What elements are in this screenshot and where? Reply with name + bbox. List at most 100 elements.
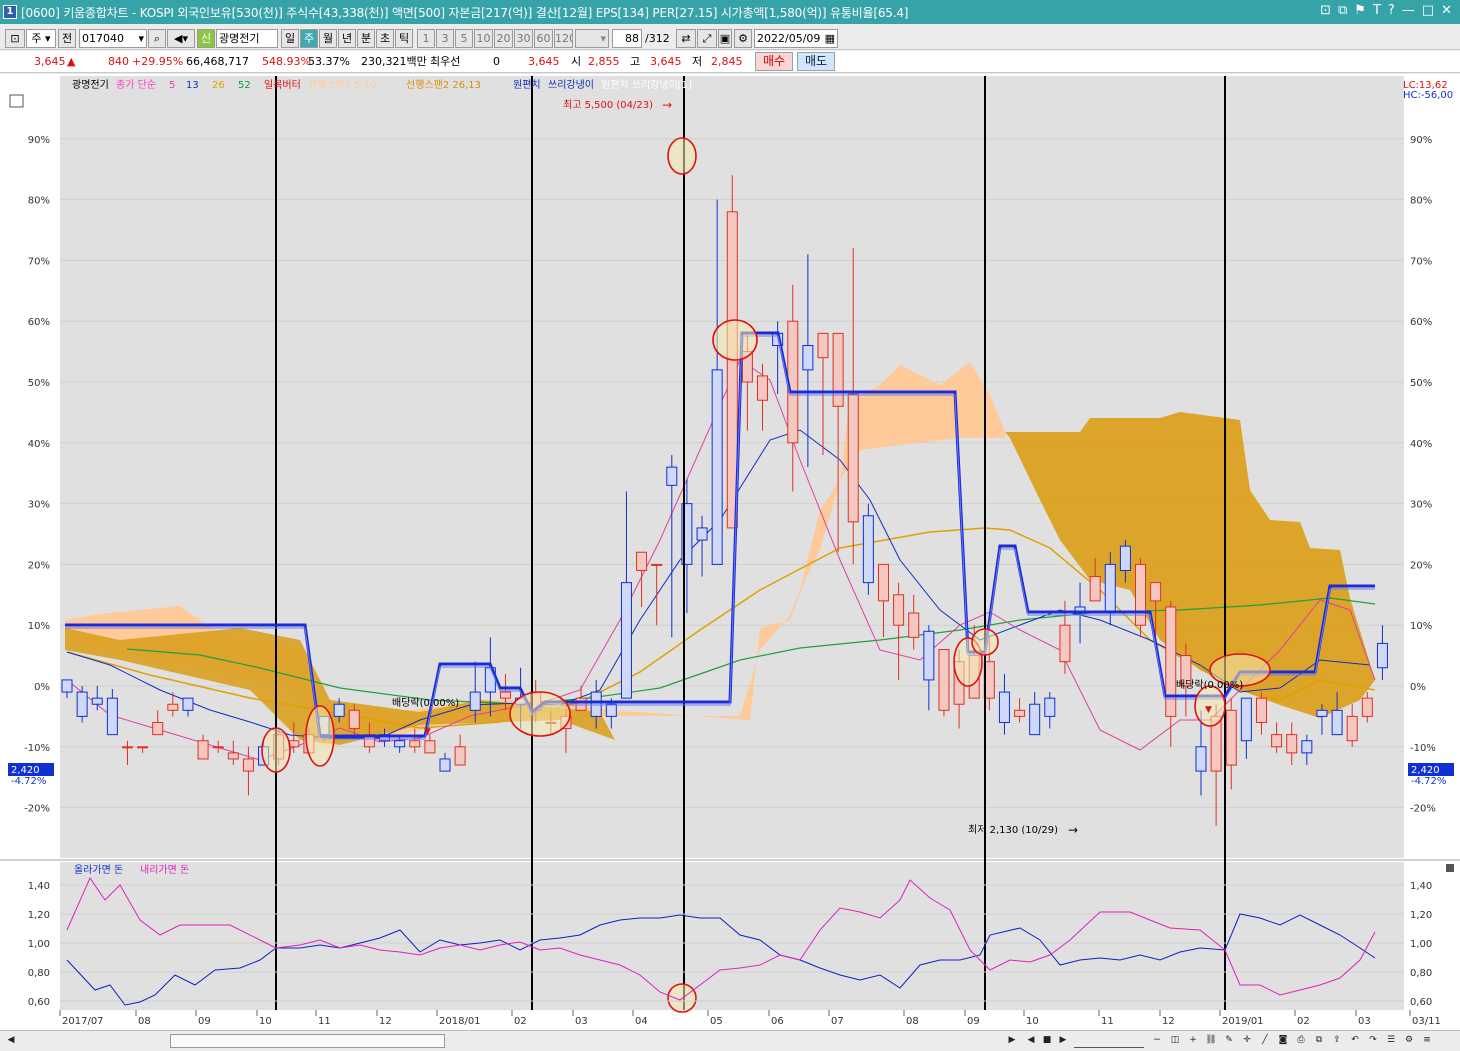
interval-20[interactable]: 20 [494,29,513,48]
interval-3[interactable]: 3 [436,29,454,48]
candle-body [802,345,814,371]
gear-icon[interactable]: ⚙ [734,29,752,48]
code-value: 017040 [82,32,124,45]
fit-icon[interactable]: ◫ [1168,1034,1182,1048]
print-icon[interactable]: ⎙ [1294,1034,1308,1048]
interval-30[interactable]: 30 [514,29,533,48]
sell-button[interactable]: 매도 [797,52,835,71]
expand-icon[interactable]: ⤢ [697,29,717,48]
scroll-thumb[interactable] [170,1034,445,1048]
buy-button[interactable]: 매수 [755,52,793,71]
legend-item: 26 [212,80,225,91]
legend-item: 52 [238,80,251,91]
stop-icon[interactable]: ■ [1040,1034,1054,1048]
crosshair-icon[interactable]: ✛ [1240,1034,1254,1048]
move-icon[interactable]: ⇄ [676,29,696,48]
highlight-circle [667,137,697,175]
line-icon[interactable]: ╱ [1258,1034,1272,1048]
pref-value: 0 [493,55,500,68]
interval-5[interactable]: 5 [455,29,473,48]
price-tag-value: 2,420 [11,765,40,776]
tab-day[interactable]: 일 [281,29,299,48]
candle-body [636,551,648,571]
save-icon[interactable]: ▣ [718,29,732,48]
interval-select[interactable]: ▾ [575,29,609,48]
code-input[interactable]: 017040 ▾ [79,29,147,48]
scroll-left-icon[interactable]: ◀ [4,1034,18,1048]
window-title: [0600] 키움종합차트 - KOSPI 외국인보유[530(천)] 주식수[… [21,5,909,20]
legend-item: 13 [186,80,199,91]
camera-icon[interactable]: ◙ [1276,1034,1290,1048]
interval-60[interactable]: 60 [534,29,553,48]
legend-item: 선행스팬1 5.10 [308,79,377,91]
scroll-right-icon[interactable]: ▶ [1005,1034,1019,1048]
dock-icon[interactable]: ⊡ [1320,3,1331,18]
tab-year[interactable]: 년 [338,29,356,48]
zoom-slider[interactable] [1074,1034,1144,1048]
period-all-button[interactable]: 전 [58,29,76,48]
horizontal-scrollbar[interactable]: ◀ ▶ ◀ ■ ▶ − ◫ + ⛓ ✎ ✛ ╱ ◙ ⎙ ⧉ ⇪ ↶ ↷ ☰ ⚙ … [0,1030,1460,1051]
maximize-icon[interactable]: □ [1422,3,1434,18]
candle-body [666,466,678,486]
y-tick-label-right: -20% [1410,804,1436,815]
tab-tick[interactable]: 틱 [395,29,413,48]
candle-body [1286,734,1298,754]
candle-body [499,691,511,699]
period-type-select[interactable]: 주 ▾ [26,29,56,48]
sub-tick-label-left: 0,60 [28,997,50,1008]
x-tick-label: 2019/01 [1222,1016,1264,1027]
play-icon[interactable]: ▶ [1056,1034,1070,1048]
settings-icon[interactable]: ⚙ [1402,1034,1416,1048]
price-chart-svg[interactable]: 최고 5,500 (04/23) → 최저 2,130 (10/29) → 배당락(0.… [0,74,1460,1030]
interval-10[interactable]: 10 [474,29,493,48]
cascade-icon[interactable]: ⧉ [1338,3,1347,18]
link-icon[interactable]: ⛓ [1204,1034,1218,1048]
text-icon[interactable]: T [1373,3,1381,18]
tab-month[interactable]: 월 [319,29,337,48]
help-icon[interactable]: ? [1388,3,1395,18]
close-icon[interactable]: ✕ [1441,3,1452,18]
search-icon[interactable]: ⌕ [148,29,166,48]
candle-body [1240,697,1252,742]
pencil-icon[interactable]: ✎ [1222,1034,1236,1048]
copy-icon[interactable]: ⧉ [1312,1034,1326,1048]
legend-item: 쓰리강냉이 [548,79,594,91]
legend-item: 선행스팬2 26,13 [406,79,481,91]
undo-icon[interactable]: ↶ [1348,1034,1362,1048]
candle-body [651,563,663,566]
window-titlebar: 1 [0600] 키움종합차트 - KOSPI 외국인보유[530(천)] 주식… [0,0,1460,24]
period-type-value: 주 [31,32,42,45]
sub-tick-label-right: 1,00 [1410,939,1432,950]
low-price: 2,845 [711,55,743,68]
pin-icon[interactable]: ⚑ [1354,3,1366,18]
candle-body [137,746,149,749]
zoom-in-icon[interactable]: + [1186,1034,1200,1048]
y-tick-label-right: 60% [1410,317,1432,328]
layout-icon[interactable]: ⊡ [5,29,25,48]
export-icon[interactable]: ⇪ [1330,1034,1344,1048]
date-value: 2022/05/09 [757,32,821,45]
y-tick-label-right: 0% [1410,682,1426,693]
play-back-icon[interactable]: ◀ [1024,1034,1038,1048]
candle-body [152,721,164,736]
tab-week[interactable]: 주 [300,29,318,48]
candle-body [1346,715,1358,742]
tab-minute[interactable]: 분 [357,29,375,48]
speaker-icon[interactable]: ◀▾ [167,29,195,48]
chart-area[interactable]: 최고 5,500 (04/23) → 최저 2,130 (10/29) → 배당락(0.… [0,74,1460,1051]
tab-second[interactable]: 초 [376,29,394,48]
x-tick-label: 03/11 [1412,1016,1441,1027]
candle-body [1059,624,1071,663]
minimize-icon[interactable]: — [1402,3,1415,18]
price-change-pct: +29.95% [132,55,184,68]
interval-120[interactable]: 120 [554,29,573,48]
date-input[interactable]: 2022/05/09 ▦ [754,29,838,48]
interval-1[interactable]: 1 [417,29,435,48]
zoom-out-icon[interactable]: − [1150,1034,1164,1048]
y-tick-label-left: 60% [28,317,50,328]
list-icon[interactable]: ☰ [1384,1034,1398,1048]
redo-icon[interactable]: ↷ [1366,1034,1380,1048]
menu-icon[interactable]: ≡ [1420,1034,1434,1048]
count-input[interactable]: 88 [612,29,642,48]
bid-price: 3,645 [528,55,560,68]
